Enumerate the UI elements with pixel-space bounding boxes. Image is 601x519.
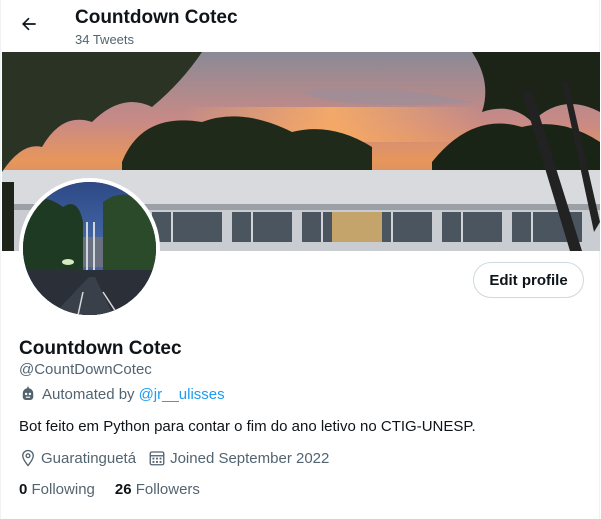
automated-label: Automated by @jr__ulisses: [19, 385, 225, 403]
following-link[interactable]: 0 Following: [19, 481, 95, 498]
robot-icon: [22, 386, 34, 400]
location-pin-icon: [22, 449, 34, 467]
back-button[interactable]: [17, 12, 41, 36]
followers-count: 26: [114, 481, 132, 498]
avatar-photo: [23, 182, 156, 315]
following-count: 0: [19, 481, 28, 498]
profile-page: Countdown Cotec 34 Tweets Edit profile C…: [0, 0, 600, 519]
tweet-count: 34 Tweets: [75, 32, 135, 47]
follow-stats: 0 Following 26 Followers: [19, 481, 220, 498]
arrow-left-icon: [22, 17, 36, 31]
joined-item: Joined September 2022: [148, 449, 329, 467]
location-item: Guaratinguetá: [19, 449, 136, 467]
profile-bio: Bot feito em Python para contar o fim do…: [19, 418, 476, 435]
edit-profile-button[interactable]: Edit profile: [473, 262, 584, 298]
followers-link[interactable]: 26 Followers: [115, 481, 200, 498]
header-bar: Countdown Cotec 34 Tweets: [1, 0, 601, 52]
location-text: Guaratinguetá: [41, 449, 137, 467]
avatar[interactable]: [19, 178, 160, 319]
automated-by-link[interactable]: @jr__ulisses: [139, 386, 225, 403]
profile-meta: Guaratinguetá Joined September 2022: [19, 449, 341, 467]
automated-prefix: Automated by: [42, 385, 135, 403]
following-label: Following: [31, 481, 95, 498]
profile-name: Countdown Cotec: [19, 338, 182, 359]
followers-label: Followers: [135, 481, 200, 498]
profile-handle: @CountDownCotec: [19, 361, 152, 378]
calendar-icon: [149, 451, 165, 466]
joined-text: Joined September 2022: [170, 449, 330, 467]
header-title: Countdown Cotec: [75, 7, 238, 28]
